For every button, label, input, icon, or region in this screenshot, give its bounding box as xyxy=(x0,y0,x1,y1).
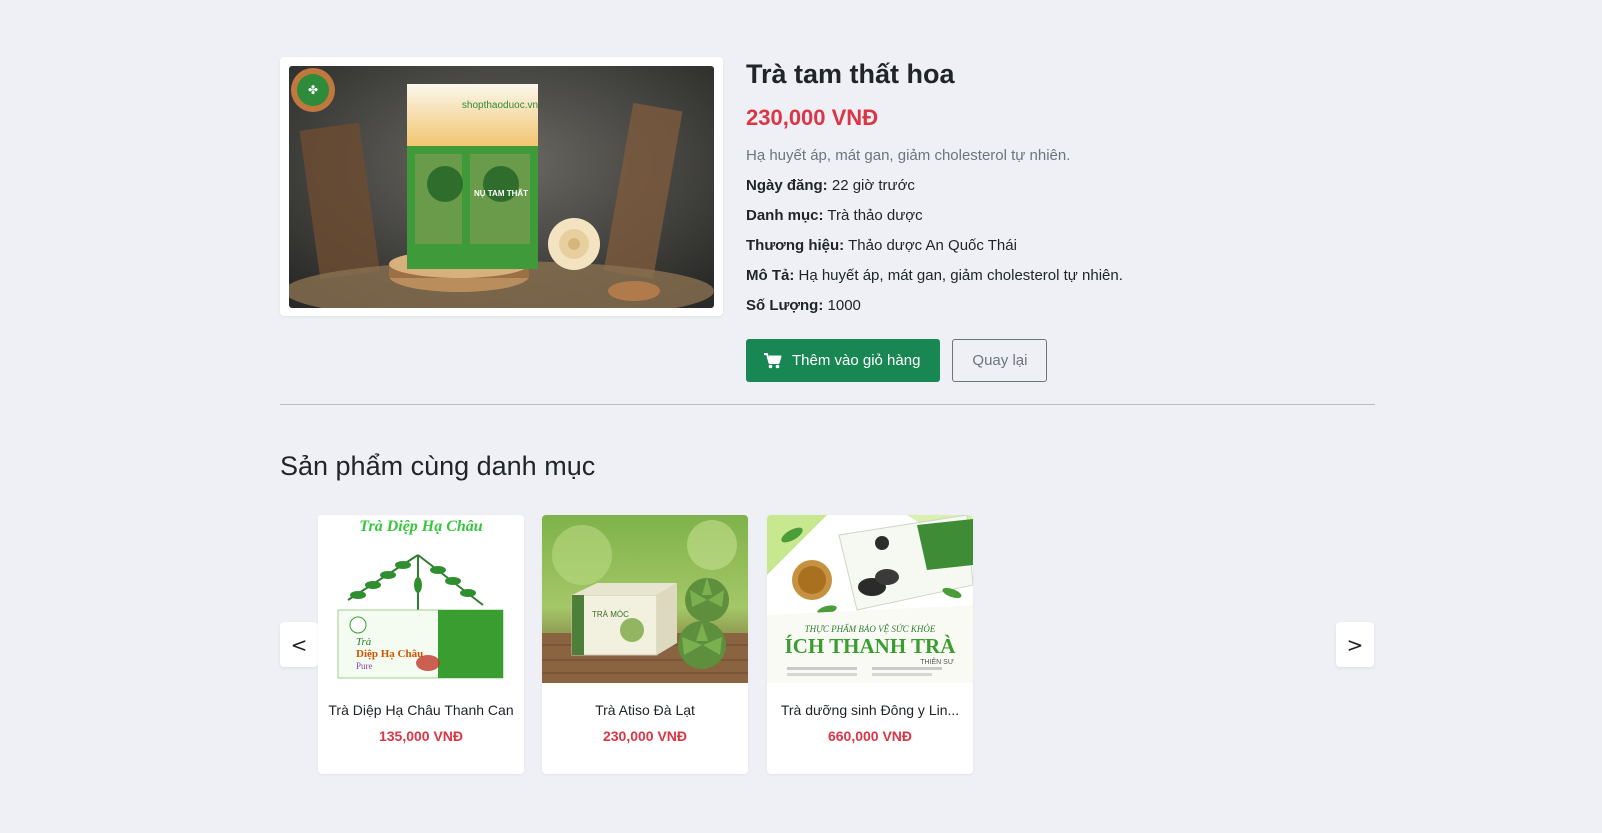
related-product-price: 230,000 VNĐ xyxy=(602,728,688,744)
img-title-text: Trà Diệp Hạ Châu xyxy=(359,518,483,535)
product-info: Trà tam thất hoa 230,000 VNĐ Hạ huyết áp… xyxy=(746,57,1366,382)
related-product-image: Trà Diệp Hạ Châu Trà Diệp Hạ Châu Pure xyxy=(318,515,524,683)
meta-brand-value: Thảo dược An Quốc Thái xyxy=(848,237,1017,254)
cart-icon xyxy=(764,352,782,368)
related-product-name: Trà dưỡng sinh Đông y Lin... xyxy=(780,702,960,718)
meta-category: Danh mục: Trà thảo dược xyxy=(746,205,1366,227)
meta-description-value: Hạ huyết áp, mát gan, giảm cholesterol t… xyxy=(798,267,1123,284)
meta-description: Mô Tả: Hạ huyết áp, mát gan, giảm choles… xyxy=(746,265,1366,287)
back-button[interactable]: Quay lại xyxy=(952,339,1048,382)
img-sub-text: Trà xyxy=(356,636,372,648)
related-product-card[interactable]: Trà Diệp Hạ Châu Trà Diệp Hạ Châu Pure T… xyxy=(318,515,524,774)
img-sub3-text: Pure xyxy=(356,661,373,671)
meta-date-value: 22 giờ trước xyxy=(831,177,915,194)
meta-description-label: Mô Tả: xyxy=(746,267,795,284)
meta-quantity-value: 1000 xyxy=(827,297,861,314)
related-product-image: TRÀ MÓC xyxy=(542,515,748,683)
related-product-name: Trà Diệp Hạ Châu Thanh Can xyxy=(328,702,514,718)
related-section-title: Sản phẩm cùng danh mục xyxy=(280,451,596,481)
add-to-cart-label: Thêm vào giỏ hàng xyxy=(792,352,921,369)
product-short-description: Hạ huyết áp, mát gan, giảm cholesterol t… xyxy=(746,147,1071,164)
product-image: shopthaoduoc.vn NỤ TAM THẤT ✤ xyxy=(289,66,714,308)
related-product-price: 135,000 VNĐ xyxy=(378,728,464,744)
carousel-next-button[interactable]: > xyxy=(1336,622,1374,667)
img-top-text: THỰC PHẨM BẢO VỆ SỨC KHỎE xyxy=(805,624,936,634)
related-product-card[interactable]: TRÀ MÓC Trà Atiso Đà Lạt 230,000 VNĐ xyxy=(542,515,748,774)
meta-quantity-label: Số Lượng: xyxy=(746,297,824,314)
img-title-text: ÍCH THANH TRÀ xyxy=(785,634,957,658)
related-product-name: Trà Atiso Đà Lạt xyxy=(595,702,695,718)
meta-brand-label: Thương hiệu: xyxy=(746,237,845,254)
add-to-cart-button[interactable]: Thêm vào giỏ hàng xyxy=(746,339,941,382)
product-actions: Thêm vào giỏ hàng Quay lại xyxy=(746,339,1366,382)
related-product-price: 660,000 VNĐ xyxy=(827,728,913,744)
img-sub-text: THIÊN SƯ xyxy=(920,657,954,666)
meta-category-label: Danh mục: xyxy=(746,207,824,224)
meta-date: Ngày đăng: 22 giờ trước xyxy=(746,175,1366,197)
product-image-card: shopthaoduoc.vn NỤ TAM THẤT ✤ xyxy=(280,57,723,316)
meta-brand: Thương hiệu: Thảo dược An Quốc Thái xyxy=(746,235,1366,257)
pack-name-text: NỤ TAM THẤT xyxy=(474,188,528,198)
pack-brand-text: shopthaoduoc.vn xyxy=(462,100,538,111)
img-box-text: TRÀ MÓC xyxy=(592,610,629,619)
related-product-card[interactable]: THỰC PHẨM BẢO VỆ SỨC KHỎE ÍCH THANH TRÀ … xyxy=(767,515,973,774)
related-product-image: THỰC PHẨM BẢO VỆ SỨC KHỎE ÍCH THANH TRÀ … xyxy=(767,515,973,683)
img-sub2-text: Diệp Hạ Châu xyxy=(356,648,423,660)
meta-category-value: Trà thảo dược xyxy=(827,207,923,224)
carousel-prev-button[interactable]: < xyxy=(280,622,318,667)
product-title: Trà tam thất hoa xyxy=(746,59,955,89)
section-divider xyxy=(280,404,1375,405)
product-price: 230,000 VNĐ xyxy=(746,105,879,130)
badge-leaf-icon: ✤ xyxy=(308,83,318,97)
meta-quantity: Số Lượng: 1000 xyxy=(746,295,1366,317)
meta-date-label: Ngày đăng: xyxy=(746,177,828,194)
